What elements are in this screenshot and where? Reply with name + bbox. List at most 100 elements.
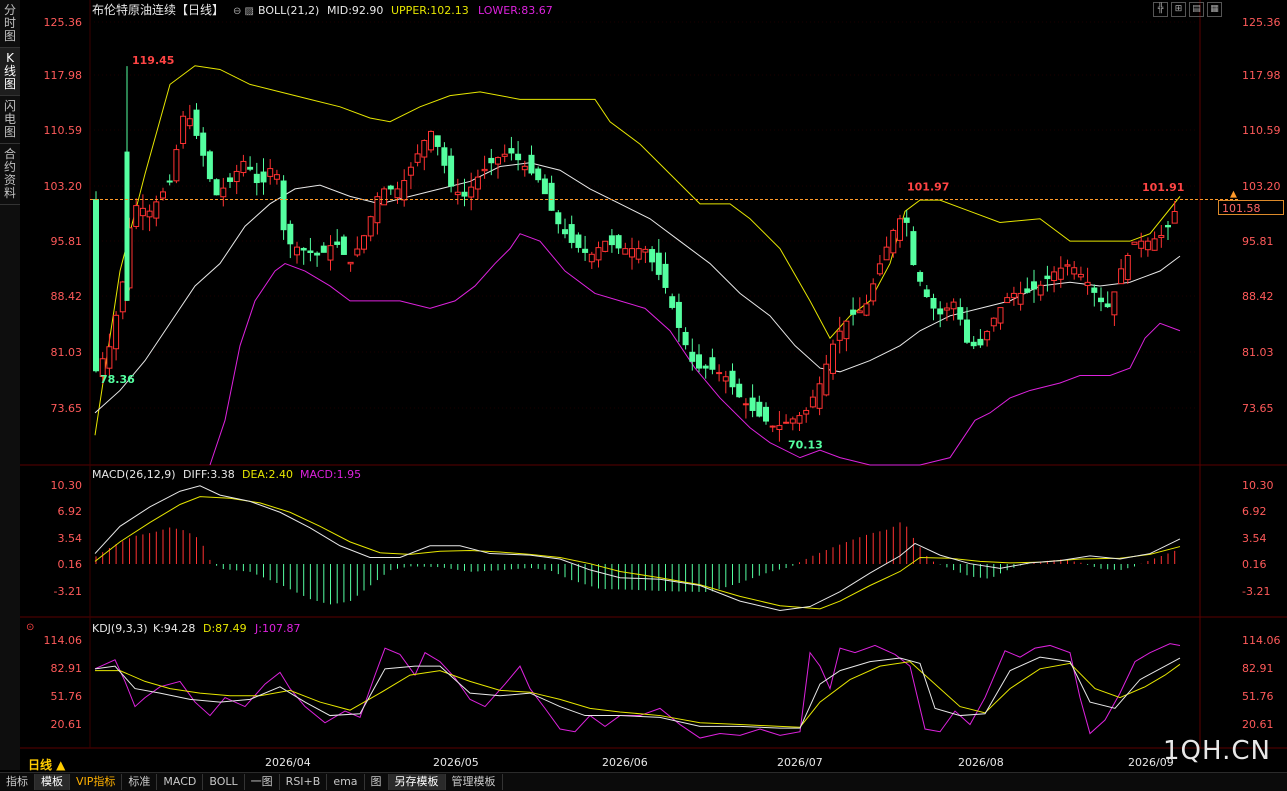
macd-tick-right: -3.21 bbox=[1242, 585, 1270, 598]
candle-body bbox=[876, 263, 883, 275]
macd-tick-right: 0.16 bbox=[1242, 558, 1267, 571]
price-tick-left: 73.65 bbox=[51, 402, 83, 415]
bottom-tab-0[interactable]: 指标 bbox=[0, 774, 35, 790]
candle-body bbox=[1158, 235, 1165, 238]
candle-body bbox=[1010, 292, 1017, 299]
candle-body bbox=[280, 180, 287, 231]
candle-body bbox=[206, 151, 213, 180]
bottom-tab-10[interactable]: 另存模板 bbox=[388, 774, 446, 790]
bottom-tab-9[interactable]: 图 bbox=[365, 774, 389, 790]
price-tick-left: 81.03 bbox=[51, 346, 83, 359]
candle-body bbox=[1051, 271, 1058, 282]
bottom-tab-8[interactable]: ema bbox=[327, 774, 365, 790]
candle-body bbox=[481, 168, 488, 172]
sidebar-item-contract-info[interactable]: 合约资料 bbox=[0, 144, 20, 205]
macd-tick-right: 3.54 bbox=[1242, 532, 1267, 545]
candle-body bbox=[267, 168, 274, 177]
candle-body bbox=[702, 365, 709, 369]
bottom-tab-1[interactable]: 模板 bbox=[35, 774, 70, 790]
candle-body bbox=[736, 383, 743, 398]
candle-body bbox=[160, 191, 166, 199]
candle-body bbox=[863, 303, 870, 316]
boll-mid: MID:92.90 bbox=[327, 4, 383, 17]
annot-low1: 78.36 bbox=[100, 373, 135, 386]
macd-tick-right: 6.92 bbox=[1242, 505, 1267, 518]
candle-body bbox=[588, 253, 595, 263]
candle-body bbox=[917, 272, 924, 282]
candle-body bbox=[1118, 268, 1125, 285]
candle-body bbox=[495, 157, 501, 165]
candle-body bbox=[414, 153, 421, 163]
candle-body bbox=[689, 351, 696, 362]
candle-body bbox=[421, 140, 428, 158]
price-tick-right: 103.20 bbox=[1242, 180, 1281, 193]
candle-body bbox=[682, 331, 689, 346]
candle-body bbox=[582, 248, 589, 253]
sidebar-item-intraday[interactable]: 分时图 bbox=[0, 0, 20, 48]
sidebar-item-flash[interactable]: 闪电图 bbox=[0, 96, 20, 144]
candle-body bbox=[816, 383, 823, 409]
x-axis-label: 2026/04 bbox=[265, 756, 311, 769]
candle-body bbox=[776, 425, 783, 430]
candle-body bbox=[227, 177, 233, 182]
boll-name: BOLL(21,2) bbox=[258, 4, 319, 17]
crosshair-icon[interactable]: ╬ bbox=[1153, 2, 1168, 17]
candle-body bbox=[823, 363, 830, 396]
candle-body bbox=[213, 179, 220, 196]
candle-body bbox=[468, 186, 475, 198]
candle-body bbox=[474, 176, 481, 190]
candle-body bbox=[1104, 303, 1111, 308]
macd-tick-left: 0.16 bbox=[58, 558, 83, 571]
bottom-tab-3[interactable]: 标准 bbox=[122, 774, 158, 790]
grid-icon[interactable]: ▦ bbox=[1207, 2, 1222, 17]
kdj-d: D:87.49 bbox=[203, 622, 247, 635]
candle-body bbox=[1017, 292, 1024, 305]
candle-body bbox=[923, 289, 930, 298]
candle-body bbox=[635, 248, 642, 260]
candle-body bbox=[1171, 210, 1178, 224]
candle-body bbox=[240, 160, 247, 174]
candle-body bbox=[441, 147, 448, 166]
candle-body bbox=[850, 309, 857, 315]
macd-tick-left: 10.30 bbox=[51, 479, 83, 492]
bottom-tab-5[interactable]: BOLL bbox=[203, 774, 245, 790]
price-tick-right: 88.42 bbox=[1242, 290, 1274, 303]
bottom-tab-7[interactable]: RSI+B bbox=[280, 774, 328, 790]
candle-body bbox=[783, 421, 790, 424]
price-tick-right: 125.36 bbox=[1242, 16, 1281, 29]
candle-body bbox=[830, 343, 836, 374]
candle-body bbox=[930, 297, 937, 309]
bottom-tab-6[interactable]: 一图 bbox=[245, 774, 280, 790]
candle-body bbox=[608, 235, 615, 246]
bottom-tab-11[interactable]: 管理模板 bbox=[446, 774, 503, 790]
candle-body bbox=[287, 223, 294, 245]
candle-body bbox=[1004, 297, 1011, 304]
candle-body bbox=[1111, 291, 1118, 316]
candle-body bbox=[1124, 254, 1131, 281]
candle-body bbox=[1165, 224, 1171, 228]
chart-icon: ⊖ ▨ bbox=[233, 6, 254, 17]
candle-body bbox=[1064, 264, 1071, 267]
candle-body bbox=[407, 166, 414, 176]
bottom-tab-4[interactable]: MACD bbox=[157, 774, 204, 790]
period-selector[interactable]: 日线 ▲ bbox=[28, 756, 65, 773]
sidebar-item-kline[interactable]: K线图 bbox=[0, 48, 20, 96]
macd-tick-left: 6.92 bbox=[58, 505, 83, 518]
kdj-tick-left: 51.76 bbox=[51, 690, 83, 703]
price-tick-right: 81.03 bbox=[1242, 346, 1274, 359]
annot-high3: 101.91 bbox=[1142, 181, 1184, 194]
candle-body bbox=[562, 229, 568, 235]
candle-body bbox=[367, 216, 374, 237]
chart-area[interactable]: 125.36 125.36 117.98 117.98 110.59 110.59 103.… bbox=[20, 0, 1287, 770]
price-tick-right: 110.59 bbox=[1242, 124, 1281, 137]
layout-icon[interactable]: ▤ bbox=[1189, 2, 1204, 17]
bottom-tab-2[interactable]: VIP指标 bbox=[70, 774, 123, 790]
candle-body bbox=[1091, 287, 1098, 293]
candle-body bbox=[984, 331, 991, 341]
candle-body bbox=[836, 330, 843, 341]
candle-body bbox=[461, 191, 468, 197]
expand-icon[interactable]: ⊞ bbox=[1171, 2, 1186, 17]
candle-body bbox=[669, 296, 676, 308]
x-axis-label: 2026/07 bbox=[777, 756, 823, 769]
candle-body bbox=[146, 210, 153, 218]
